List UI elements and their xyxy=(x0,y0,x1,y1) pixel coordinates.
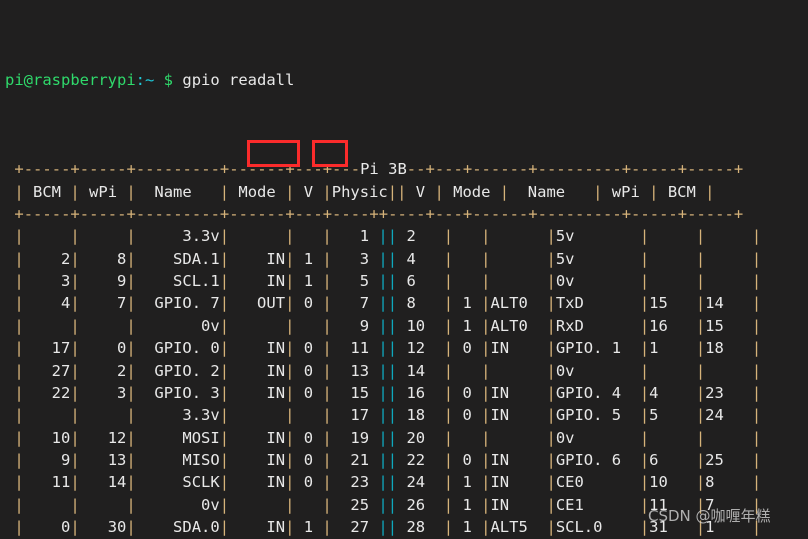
table-row: | | | 0v| | | 9 || 10 | 1 |ALT0 |RxD |16… xyxy=(14,316,762,335)
table-row: | 0| 30| SDA.0| IN| 1 | 27 || 28 | 1 |AL… xyxy=(14,517,762,536)
terminal-output: pi@raspberrypi:~ $ gpio readall +-----+-… xyxy=(5,2,761,539)
prompt-symbol: $ xyxy=(163,71,174,90)
prompt-line: pi@raspberrypi:~ $ gpio readall xyxy=(5,69,761,91)
prompt-user-host: pi@raspberrypi xyxy=(5,71,136,90)
table-row: | 27| 2| GPIO. 2| IN| 0 | 13 || 14 | | |… xyxy=(14,361,762,380)
table-row: | | | 3.3v| | | 17 || 18 | 0 |IN |GPIO. … xyxy=(14,406,762,425)
table-row: | 10| 12| MOSI| IN| 0 | 19 || 20 | | |0v… xyxy=(14,428,762,447)
gpio-readall-table: +-----+-----+---------+------+---+---Pi … xyxy=(5,158,761,539)
table-header-top: | BCM | wPi | Name | Mode | V |Physic|| … xyxy=(14,182,715,201)
table-row: | 2| 8| SDA.1| IN| 1 | 3 || 4 | | |5v | … xyxy=(14,249,762,268)
table-row: | | | 0v| | | 25 || 26 | 1 |IN |CE1 |11 … xyxy=(14,495,762,514)
terminal-screen: pi@raspberrypi:~ $ gpio readall +-----+-… xyxy=(0,0,808,539)
table-row: | 3| 9| SCL.1| IN| 1 | 5 || 6 | | |0v | … xyxy=(14,272,762,291)
table-row: | 11| 14| SCLK| IN| 0 | 23 || 24 | 1 |IN… xyxy=(14,473,762,492)
table-row: | 22| 3| GPIO. 3| IN| 0 | 15 || 16 | 0 |… xyxy=(14,383,762,402)
table-row: | 17| 0| GPIO. 0| IN| 0 | 11 || 12 | 0 |… xyxy=(14,339,762,358)
prompt-path: :~ xyxy=(135,71,155,90)
table-row: | | | 3.3v| | | 1 || 2 | | |5v | | | xyxy=(14,227,762,246)
table-border: +-----+-----+---------+------+---+---Pi … xyxy=(14,160,744,179)
table-row: | 4| 7| GPIO. 7| OUT| 0 | 7 || 8 | 1 |AL… xyxy=(14,294,762,313)
table-border: +-----+-----+---------+------+---+----++… xyxy=(14,205,744,224)
command-text: gpio readall xyxy=(182,71,295,90)
table-row: | 9| 13| MISO| IN| 0 | 21 || 22 | 0 |IN … xyxy=(14,450,762,469)
